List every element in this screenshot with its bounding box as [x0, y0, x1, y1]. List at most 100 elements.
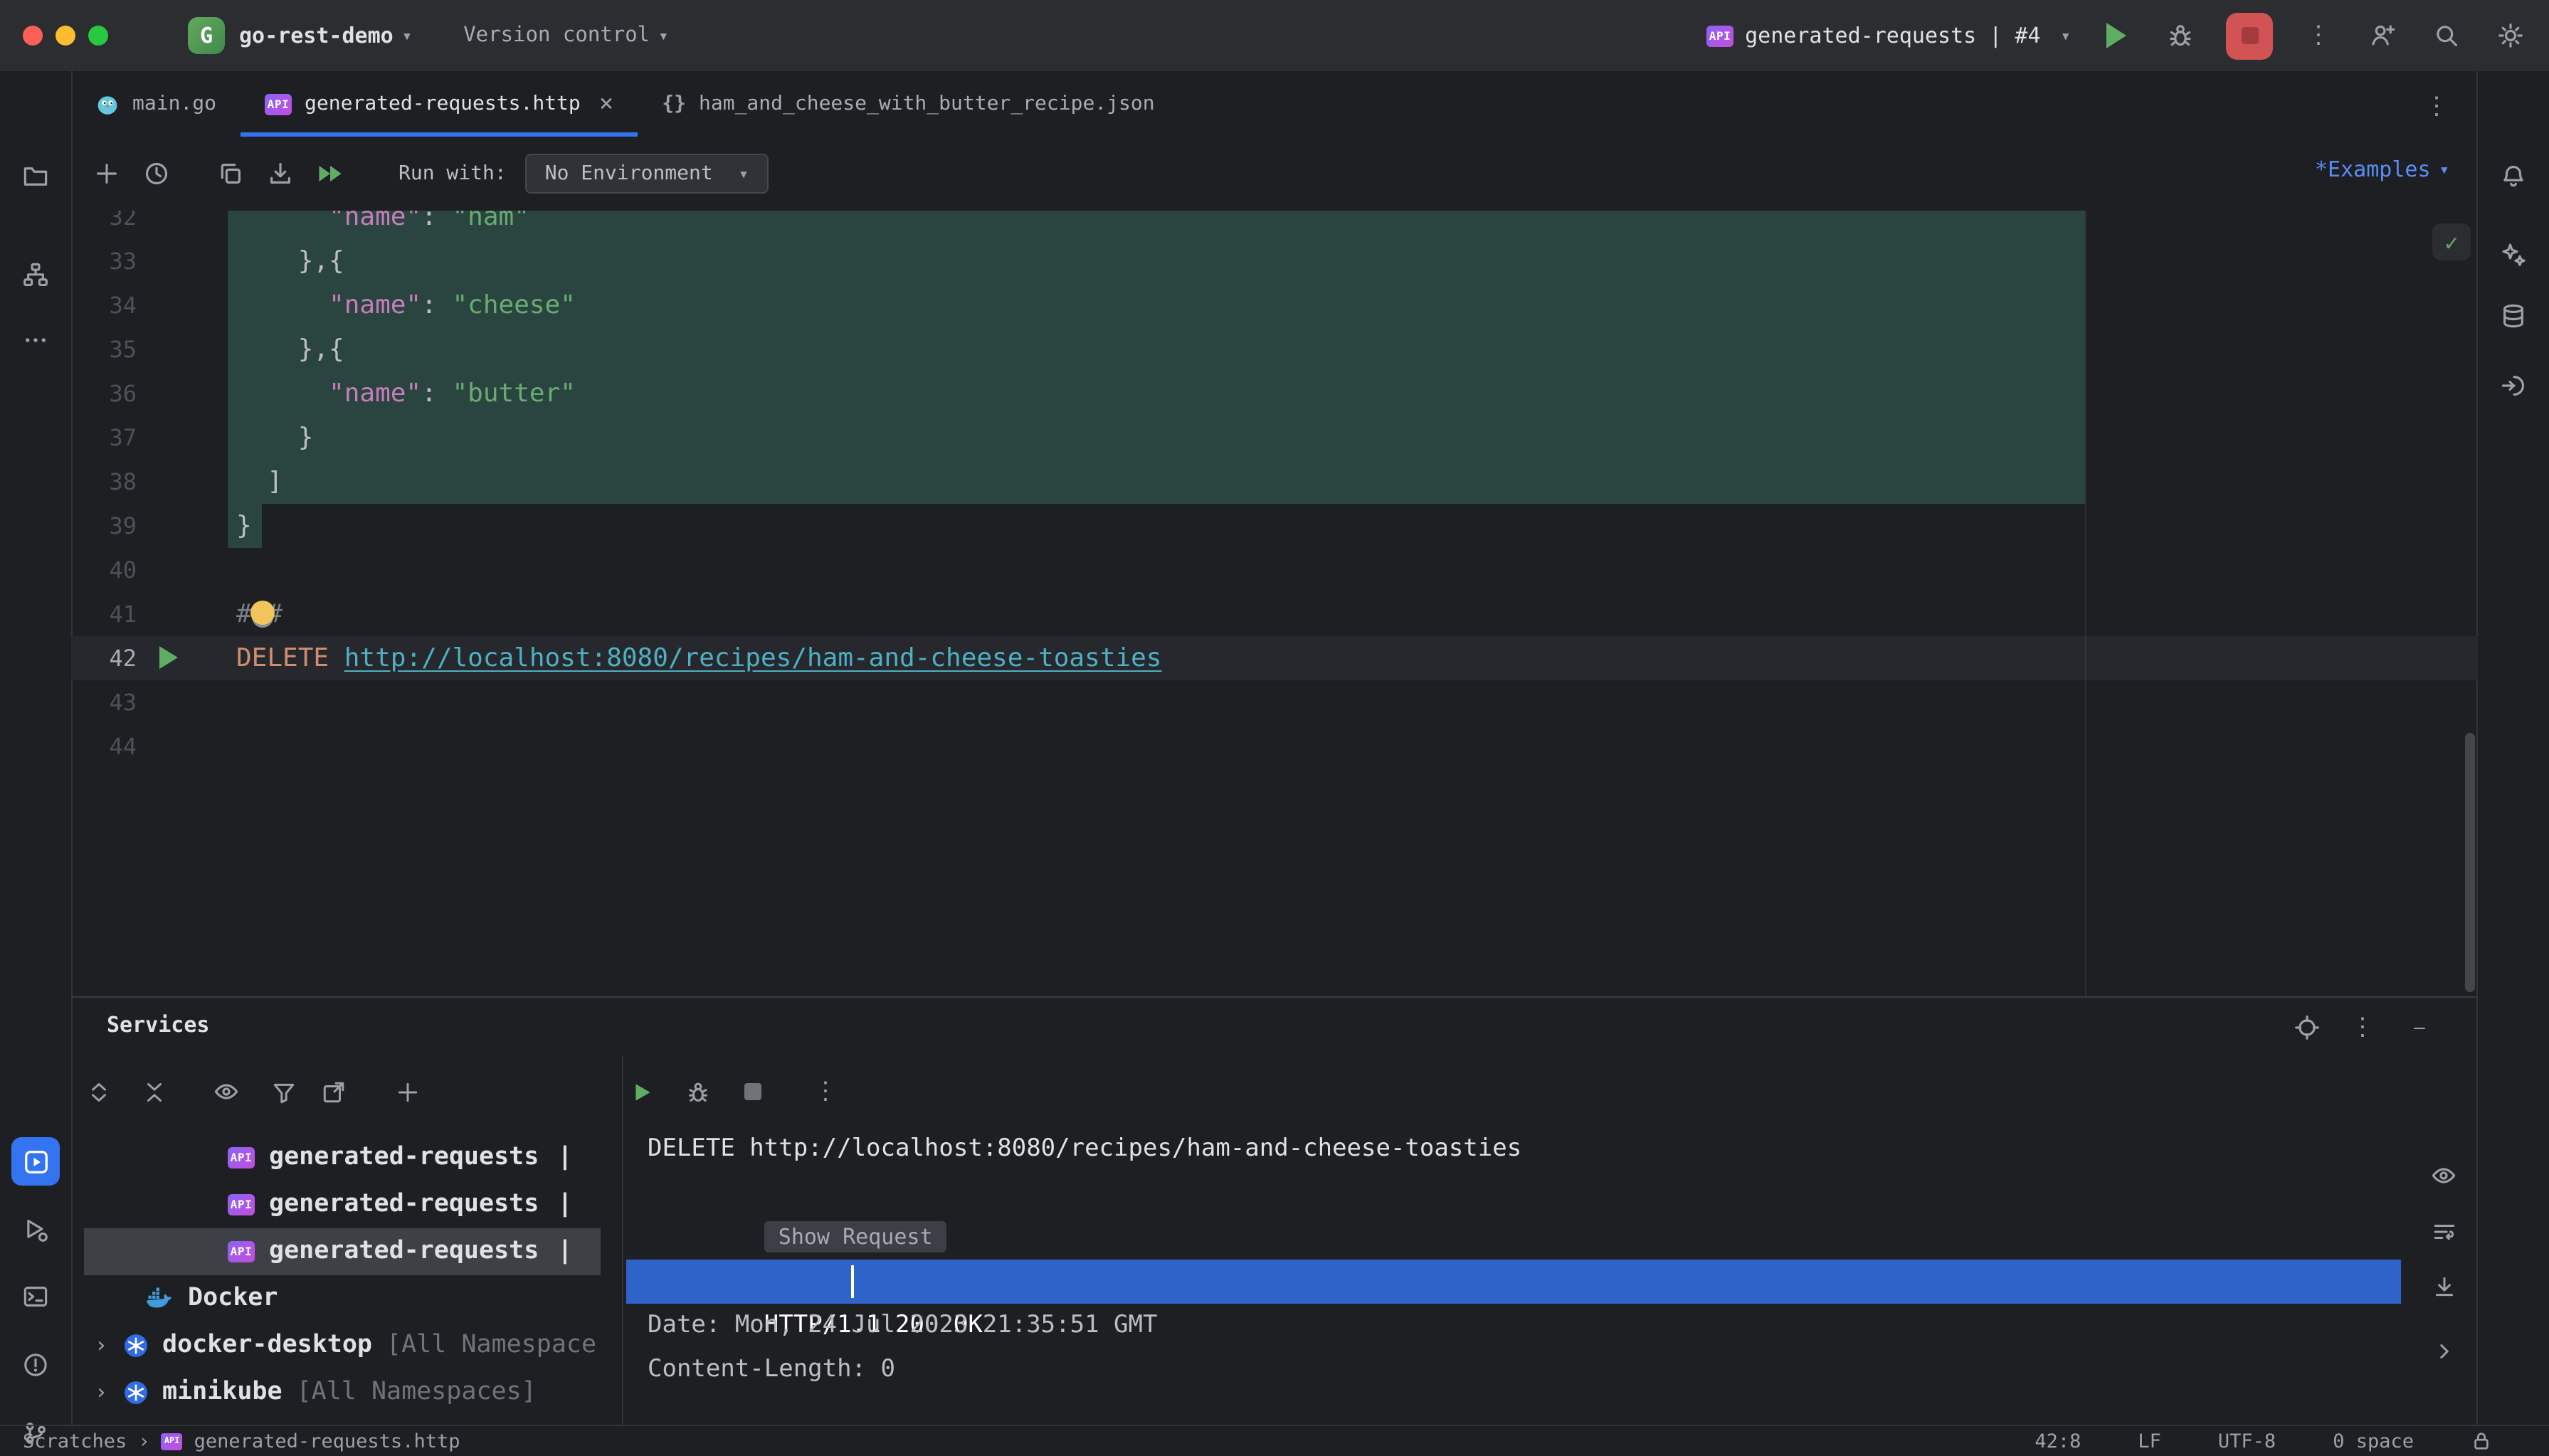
line-separator[interactable]: LF	[2138, 1430, 2161, 1452]
lock-icon[interactable]	[2471, 1430, 2492, 1452]
run-config-selector[interactable]: API generated-requests | #4 ▾	[1706, 23, 2071, 48]
collapse-all-button[interactable]	[135, 1073, 172, 1110]
debug-button[interactable]	[2162, 17, 2199, 54]
import-button[interactable]	[262, 155, 299, 192]
run-button[interactable]	[2098, 17, 2135, 54]
tree-item-generated-requests[interactable]: API generated-requests |	[71, 1134, 612, 1181]
tree-chevron-icon[interactable]: ›	[91, 1379, 111, 1405]
kebab-icon: ⋮	[813, 1077, 838, 1105]
problems-icon	[24, 1354, 47, 1376]
examples-link[interactable]: *Examples ▾	[2315, 157, 2449, 182]
stop-button[interactable]	[2226, 12, 2273, 59]
project-selector[interactable]: go-rest-demo	[239, 23, 394, 48]
project-tool-button[interactable]	[11, 152, 60, 201]
code-lines[interactable]: "name": "ham" },{ "name": "cheese" },{ "…	[71, 211, 2478, 996]
environment-select[interactable]: No Environment ▾	[524, 154, 769, 194]
tab-main-go[interactable]: main.go	[71, 71, 241, 137]
file-encoding[interactable]: UTF-8	[2218, 1430, 2276, 1452]
code-line[interactable]: },{	[236, 238, 2478, 283]
run-config-icon: API	[1706, 25, 1734, 46]
tree-item-docker-desktop[interactable]: › docker-desktop [All Namespace	[71, 1322, 612, 1368]
run-all-requests-button[interactable]	[312, 155, 349, 192]
code-line[interactable]: "name": "ham"	[236, 211, 2478, 238]
ai-assistant-button[interactable]	[2489, 231, 2538, 279]
crosshair-icon	[2295, 1015, 2319, 1040]
close-icon[interactable]: ×	[599, 90, 614, 118]
tree-item-docker[interactable]: Docker	[71, 1275, 612, 1322]
rerun-request-button[interactable]	[623, 1073, 660, 1110]
window-minimize-button[interactable]	[56, 26, 75, 46]
code-line[interactable]: DELETE http://localhost:8080/recipes/ham…	[236, 635, 2478, 680]
response-console[interactable]: DELETE http://localhost:8080/recipes/ham…	[626, 1127, 2401, 1426]
search-everywhere-button[interactable]	[2428, 17, 2465, 54]
debug-request-button[interactable]	[679, 1073, 716, 1110]
tree-chevron-icon[interactable]: ›	[91, 1332, 111, 1358]
services-tool-button[interactable]	[11, 1137, 60, 1186]
breadcrumb-file[interactable]: generated-requests.http	[194, 1430, 460, 1452]
expand-console-button[interactable]	[2424, 1331, 2464, 1371]
window-zoom-button[interactable]	[88, 26, 108, 46]
kebab-icon: ⋮	[2306, 21, 2331, 49]
terminal-tool-button[interactable]	[11, 1272, 60, 1321]
code-with-me-button[interactable]	[2364, 17, 2401, 54]
services-icon	[24, 1150, 47, 1173]
line-number: 41	[109, 600, 137, 627]
caret-position[interactable]: 42:8	[2035, 1430, 2081, 1452]
examples-label: *Examples	[2314, 157, 2431, 182]
intention-bulb-icon[interactable]	[250, 601, 275, 625]
run-request-gutter-icon[interactable]	[159, 646, 178, 669]
editor-scrollbar[interactable]	[2465, 733, 2475, 992]
inspections-widget[interactable]: ✓	[2432, 223, 2471, 260]
soft-wrap-button[interactable]	[2424, 1211, 2464, 1251]
code-line[interactable]: }	[236, 503, 2478, 547]
stop-request-button[interactable]	[734, 1073, 771, 1110]
filter-button[interactable]	[265, 1073, 302, 1110]
tree-item-minikube[interactable]: › minikube [All Namespaces]	[71, 1368, 612, 1415]
structure-tool-button[interactable]	[11, 250, 60, 299]
tree-item-generated-requests[interactable]: API generated-requests |	[71, 1181, 612, 1228]
more-tool-windows-button[interactable]	[11, 316, 60, 364]
code-line[interactable]: "name": "butter"	[236, 371, 2478, 415]
endpoints-button[interactable]	[2489, 362, 2538, 410]
preview-button[interactable]	[2424, 1156, 2464, 1196]
panel-options-button[interactable]: ⋮	[2344, 1009, 2381, 1046]
copy-button[interactable]	[212, 155, 249, 192]
console-more-button[interactable]: ⋮	[807, 1073, 844, 1110]
notifications-button[interactable]	[2489, 152, 2538, 201]
tab-list-button[interactable]: ⋮	[2418, 88, 2455, 125]
view-options-button[interactable]	[208, 1073, 245, 1110]
tab-recipe-json[interactable]: {} ham_and_cheese_with_butter_recipe.jso…	[638, 71, 1178, 137]
play-icon	[635, 1083, 650, 1100]
response-header-line: Date: Mon, 24 Jul 2023 21:35:51 GMT	[648, 1311, 1158, 1339]
code-line[interactable]: }	[236, 415, 2478, 459]
panel-divider[interactable]	[622, 1056, 623, 1426]
more-actions-button[interactable]: ⋮	[2300, 17, 2337, 54]
tree-item-generated-requests-selected[interactable]: API generated-requests |	[71, 1228, 612, 1275]
scroll-to-source-button[interactable]	[2289, 1009, 2326, 1046]
scroll-to-end-button[interactable]	[2424, 1267, 2464, 1307]
expand-all-button[interactable]	[80, 1073, 117, 1110]
breadcrumb-root[interactable]: Scratches	[23, 1430, 127, 1452]
hide-panel-button[interactable]: —	[2401, 1009, 2438, 1046]
problems-tool-button[interactable]	[11, 1341, 60, 1389]
code-line[interactable]: "name": "cheese"	[236, 283, 2478, 327]
code-line[interactable]: },{	[236, 327, 2478, 371]
add-service-button[interactable]	[389, 1073, 426, 1110]
folder-icon	[23, 167, 48, 186]
open-in-new-tab-button[interactable]	[315, 1073, 352, 1110]
vcs-selector[interactable]: Version control	[463, 24, 650, 47]
code-line[interactable]: ]	[236, 459, 2478, 503]
code-line[interactable]: ###	[236, 591, 2478, 635]
tab-generated-requests-http[interactable]: API generated-requests.http ×	[241, 71, 638, 137]
bug-icon	[2170, 25, 2191, 46]
settings-button[interactable]	[2492, 17, 2529, 54]
history-button[interactable]	[138, 155, 175, 192]
run-tool-button[interactable]	[11, 1206, 60, 1254]
add-request-button[interactable]	[88, 155, 125, 192]
editor[interactable]: 32 33 34 35 36 37 38 39 40 41 42 43 44 "name": "ham"…	[71, 211, 2478, 996]
window-close-button[interactable]	[23, 26, 43, 46]
response-status-line[interactable]: HTTP/1.1 200 OK	[626, 1260, 2401, 1339]
database-button[interactable]	[2489, 292, 2538, 340]
indent-info[interactable]: 0 space	[2333, 1430, 2414, 1452]
